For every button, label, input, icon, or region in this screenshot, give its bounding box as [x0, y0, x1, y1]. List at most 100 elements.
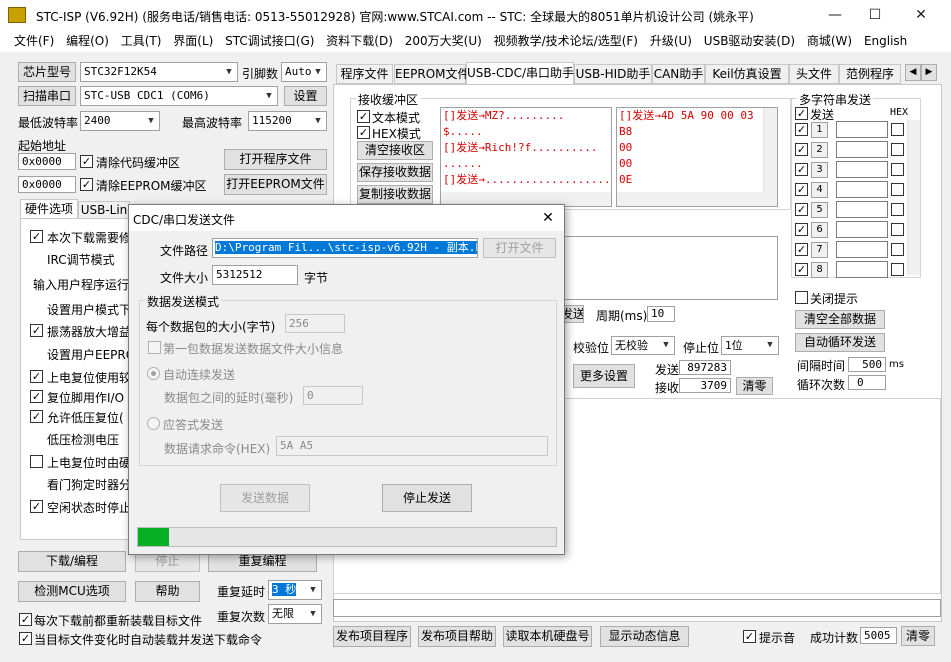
tab-scroll-right[interactable]: ▶ — [921, 64, 937, 81]
tab-examples[interactable]: 范例程序 — [839, 64, 901, 84]
option-checkbox-13[interactable]: ✓ — [30, 500, 43, 513]
loop-count-input[interactable]: 0 — [848, 375, 886, 390]
row-hex-checkbox-4[interactable] — [891, 183, 904, 196]
row-button-3[interactable]: 3 — [811, 162, 828, 178]
row-button-6[interactable]: 6 — [811, 222, 828, 238]
tab-keil[interactable]: Keil仿真设置 — [705, 64, 789, 84]
repeat-count-select[interactable]: 无限 ▼ — [268, 604, 322, 624]
open-program-button[interactable]: 打开程序文件 — [224, 149, 327, 170]
tab-program-file[interactable]: 程序文件 — [336, 64, 393, 84]
clear-count-button[interactable]: 清零 — [736, 377, 773, 395]
show-info-button[interactable]: 显示动态信息 — [600, 626, 689, 647]
row-checkbox-2[interactable]: ✓ — [795, 143, 808, 156]
menu-upgrade[interactable]: 升级(U) — [646, 30, 696, 52]
row-checkbox-7[interactable]: ✓ — [795, 243, 808, 256]
auto-send-checkbox[interactable]: ✓ — [19, 632, 32, 645]
tab-usb-cdc[interactable]: USB-CDC/串口助手 — [466, 62, 574, 84]
row-input-7[interactable] — [836, 241, 888, 258]
row-checkbox-8[interactable]: ✓ — [795, 263, 808, 276]
receive-vscroll[interactable] — [763, 108, 777, 192]
reload-checkbox[interactable]: ✓ — [19, 613, 32, 626]
beep-checkbox[interactable]: ✓ — [743, 630, 756, 643]
row-input-8[interactable] — [836, 261, 888, 278]
menu-interface[interactable]: 界面(L) — [169, 30, 217, 52]
hex-mode-checkbox[interactable]: ✓ — [357, 126, 370, 139]
close-tip-checkbox[interactable] — [795, 291, 808, 304]
send-data-button[interactable]: 发送数据 — [220, 484, 310, 512]
max-baud-select[interactable]: 115200 ▼ — [248, 111, 327, 131]
menu-tools[interactable]: 工具(T) — [117, 30, 166, 52]
row-hex-checkbox-6[interactable] — [891, 223, 904, 236]
menu-download[interactable]: 资料下载(D) — [322, 30, 397, 52]
clear-all-button[interactable]: 清空全部数据 — [795, 310, 885, 329]
help-button[interactable]: 帮助 — [135, 581, 200, 602]
tab-usb-hid[interactable]: USB-HID助手 — [574, 64, 652, 84]
row-button-1[interactable]: 1 — [811, 122, 828, 138]
save-receive-button[interactable]: 保存接收数据 — [357, 163, 433, 182]
row-input-1[interactable] — [836, 121, 888, 138]
row-input-4[interactable] — [836, 181, 888, 198]
tab-usb-link[interactable]: USB-Lin — [78, 201, 130, 219]
code-addr-input[interactable]: 0x0000 — [18, 153, 76, 170]
menu-usb-driver[interactable]: USB驱动安装(D) — [700, 30, 799, 52]
receive-text-area[interactable]: []发送→MZ?......... $..... []发送→Rich!?f...… — [440, 107, 612, 207]
tab-can[interactable]: CAN助手 — [652, 64, 705, 84]
read-disk-button[interactable]: 读取本机硬盘号 — [503, 626, 592, 647]
menu-english[interactable]: English — [860, 30, 911, 52]
request-cmd-input[interactable]: 5A A5 — [276, 436, 548, 456]
send-text-area[interactable] — [560, 236, 778, 300]
file-path-input[interactable]: D:\Program Fil...\stc-isp-v6.92H - 副本.bi… — [212, 238, 478, 258]
tab-eeprom-file[interactable]: EEPROM文件 — [394, 64, 470, 84]
clear-code-checkbox[interactable]: ✓ — [80, 155, 93, 168]
menu-prize[interactable]: 200万大奖(U) — [401, 30, 486, 52]
row-button-5[interactable]: 5 — [811, 202, 828, 218]
more-settings-button[interactable]: 更多设置 — [573, 364, 635, 388]
publish-help-button[interactable]: 发布项目帮助 — [418, 626, 496, 647]
row-input-3[interactable] — [836, 161, 888, 178]
download-program-button[interactable]: 下载/编程 — [18, 551, 126, 572]
row-button-2[interactable]: 2 — [811, 142, 828, 158]
row-hex-checkbox-2[interactable] — [891, 143, 904, 156]
close-button[interactable]: ✕ — [898, 0, 944, 30]
tab-header-file[interactable]: 头文件 — [789, 64, 839, 84]
row-input-2[interactable] — [836, 141, 888, 158]
auto-send-radio[interactable] — [147, 367, 160, 380]
receive-hex-hscroll[interactable] — [617, 192, 777, 206]
parity-select[interactable]: 无校验 ▼ — [611, 336, 675, 355]
packet-delay-input[interactable]: 0 — [303, 386, 363, 405]
row-hex-checkbox-3[interactable] — [891, 163, 904, 176]
maximize-button[interactable]: ☐ — [852, 0, 898, 30]
option-checkbox-9[interactable]: ✓ — [30, 410, 43, 423]
clear-receive-button[interactable]: 清空接收区 — [357, 141, 433, 160]
row-checkbox-1[interactable]: ✓ — [795, 123, 808, 136]
option-checkbox-7[interactable]: ✓ — [30, 370, 43, 383]
option-checkbox-8[interactable]: ✓ — [30, 390, 43, 403]
dialog-close-button[interactable]: ✕ — [537, 208, 559, 228]
reply-send-radio[interactable] — [147, 417, 160, 430]
copy-receive-button[interactable]: 复制接收数据 — [357, 185, 433, 204]
settings-button[interactable]: 设置 — [284, 86, 327, 106]
row-input-5[interactable] — [836, 201, 888, 218]
row-hex-checkbox-7[interactable] — [891, 243, 904, 256]
interval-input[interactable]: 500 — [848, 357, 886, 372]
tab-hardware[interactable]: 硬件选项 — [20, 199, 78, 219]
row-checkbox-6[interactable]: ✓ — [795, 223, 808, 236]
stop-send-button[interactable]: 停止发送 — [382, 484, 472, 512]
menu-program[interactable]: 编程(O) — [62, 30, 113, 52]
min-baud-select[interactable]: 2400 ▼ — [80, 111, 160, 131]
row-checkbox-3[interactable]: ✓ — [795, 163, 808, 176]
row-hex-checkbox-1[interactable] — [891, 123, 904, 136]
eeprom-addr-input[interactable]: 0x0000 — [18, 176, 76, 193]
first-packet-checkbox[interactable] — [148, 341, 161, 354]
menu-file[interactable]: 文件(F) — [0, 30, 58, 52]
row-hex-checkbox-8[interactable] — [891, 263, 904, 276]
pins-select[interactable]: Auto ▼ — [281, 62, 327, 82]
option-checkbox-11[interactable] — [30, 455, 43, 468]
port-select[interactable]: STC-USB CDC1 (COM6) ▼ — [80, 86, 278, 106]
receive-hex-area[interactable]: []发送→4D 5A 90 00 03 B8 00 00 0E — [616, 107, 778, 207]
row-input-6[interactable] — [836, 221, 888, 238]
menu-video[interactable]: 视频教学/技术论坛/选型(F) — [490, 30, 642, 52]
publish-program-button[interactable]: 发布项目程序 — [333, 626, 411, 647]
option-checkbox-1[interactable]: ✓ — [30, 230, 43, 243]
row-checkbox-4[interactable]: ✓ — [795, 183, 808, 196]
